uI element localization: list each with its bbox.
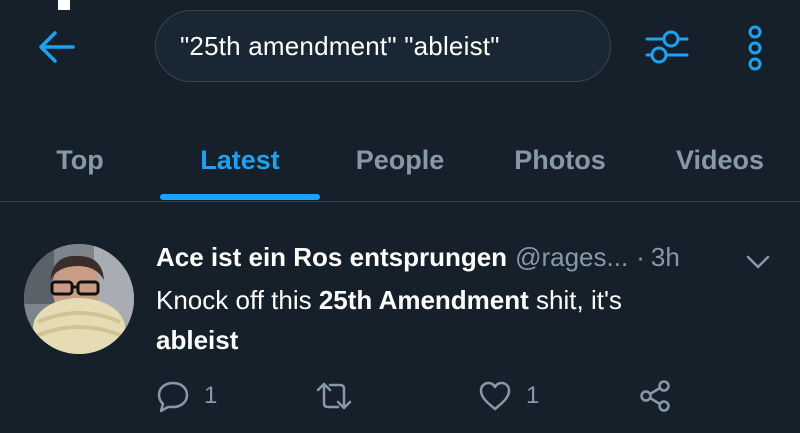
tweet[interactable]: Ace ist ein Ros entsprungen @rages... · … (0, 202, 800, 433)
tab-photos[interactable]: Photos (495, 118, 625, 202)
tweet-text-part: shit, it's (528, 285, 622, 315)
tweet-menu-button[interactable] (744, 250, 772, 274)
more-options-button[interactable] (738, 20, 772, 76)
tab-videos[interactable]: Videos (660, 118, 780, 202)
more-vertical-icon (748, 25, 762, 71)
search-tabs: Top Latest People Photos Videos (0, 118, 800, 202)
tab-latest[interactable]: Latest (160, 118, 320, 202)
retweet-icon (316, 382, 352, 410)
sliders-icon (645, 30, 689, 64)
reply-icon (157, 381, 189, 413)
reply-button[interactable]: 1 (156, 376, 217, 416)
like-count: 1 (526, 382, 540, 409)
share-button[interactable] (638, 376, 672, 416)
share-icon (640, 380, 670, 412)
separator-dot: · (636, 242, 645, 272)
back-button[interactable] (34, 24, 80, 70)
tweet-text-part: Knock off this (156, 285, 319, 315)
active-tab-indicator (160, 194, 320, 200)
avatar[interactable] (24, 244, 134, 354)
tweet-text: Knock off this 25th Amendment shit, it's… (156, 280, 756, 360)
retweet-button[interactable] (314, 376, 354, 416)
tweet-actions: 1 1 (156, 376, 716, 416)
author-display-name[interactable]: Ace ist ein Ros entsprungen (156, 242, 507, 273)
tab-top[interactable]: Top (40, 118, 120, 202)
search-query: "25th amendment" "ableist" (180, 30, 500, 61)
author-handle[interactable]: @rages... (515, 242, 628, 273)
arrow-left-icon (39, 31, 75, 63)
tweet-text-highlight: 25th Amendment (318, 285, 529, 315)
search-input[interactable]: "25th amendment" "ableist" (155, 10, 611, 82)
search-header: "25th amendment" "ableist" (0, 0, 800, 100)
avatar-photo (24, 244, 134, 354)
tab-people[interactable]: People (340, 118, 460, 202)
heart-icon (479, 381, 511, 411)
tweet-header: Ace ist ein Ros entsprungen @rages... · … (156, 242, 680, 276)
tweet-timestamp[interactable]: 3h (651, 242, 680, 273)
chevron-down-icon (746, 255, 770, 269)
like-button[interactable]: 1 (478, 376, 539, 416)
tweet-text-highlight: ableist (156, 325, 239, 355)
search-filter-button[interactable] (640, 20, 694, 74)
reply-count: 1 (204, 382, 218, 409)
